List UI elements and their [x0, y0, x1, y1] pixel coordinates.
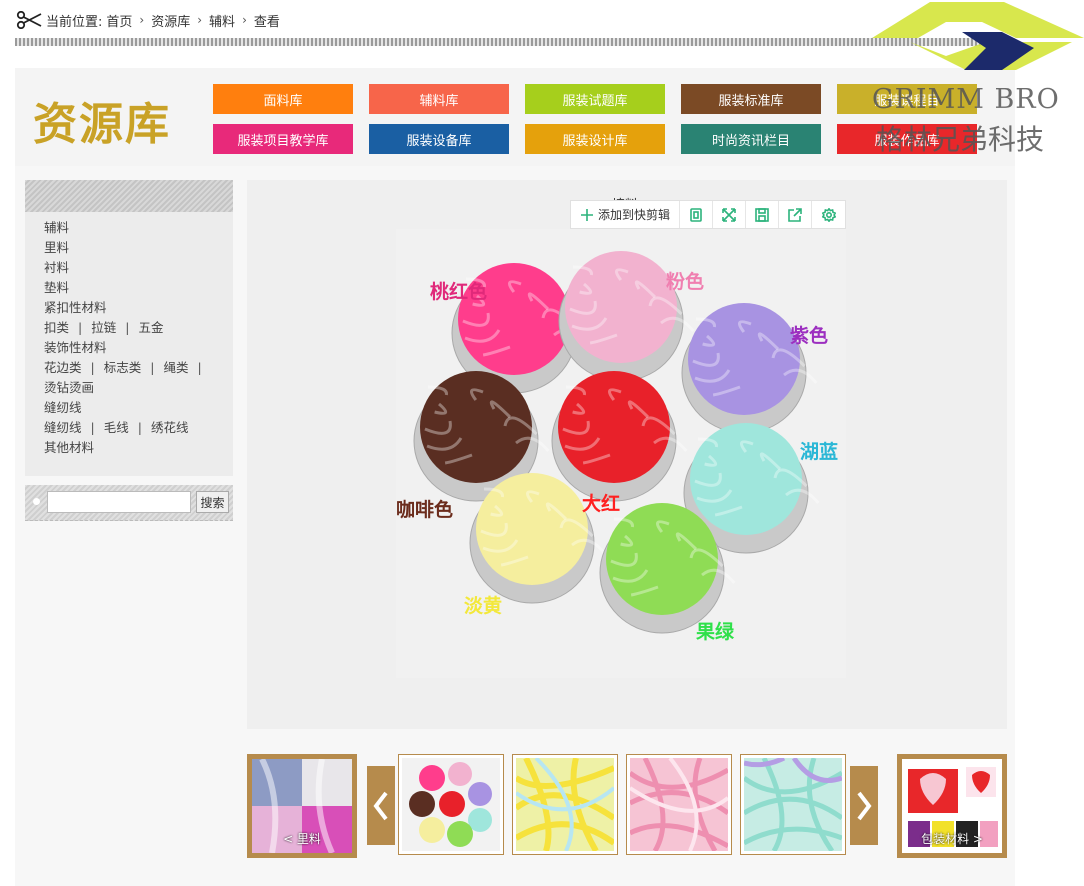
bullet-icon [33, 498, 40, 505]
image-toolbar: 添加到快剪辑 [570, 200, 846, 229]
sidebar-item[interactable]: 毛线 [104, 418, 129, 438]
breadcrumb-prefix: 当前位置: [46, 14, 103, 30]
sidebar-item[interactable]: 紧扣性材料 [44, 298, 107, 318]
yellow-shreds-thumbnail [516, 758, 614, 851]
watermark-logo: GRIMM BRO 格林兄弟科技 [866, 0, 1084, 160]
category-button-accessory[interactable]: 辅料库 [369, 84, 509, 114]
sidebar-item[interactable]: 花边类 [44, 358, 82, 378]
photo-label-red: 大红 [582, 493, 621, 515]
brand-logo-icon [872, 2, 1084, 70]
photo-label-coffee: 咖啡色 [396, 499, 454, 521]
sidebar-header [25, 180, 233, 212]
sidebar-item[interactable]: 其他材料 [44, 438, 94, 458]
sidebar-item[interactable]: 装饰性材料 [44, 338, 107, 358]
category-button-design[interactable]: 服装设计库 [525, 124, 665, 154]
pink-shreds-thumbnail [630, 758, 728, 851]
sidebar-item[interactable]: 衬料 [44, 258, 69, 278]
sidebar-item[interactable]: 绣花线 [151, 418, 189, 438]
search-input[interactable] [47, 491, 191, 513]
sidebar-item[interactable]: 扣类 [44, 318, 69, 338]
sidebar: 辅料 里料 衬料 垫料 紧扣性材料 扣类 | 拉链 | 五金 装饰性材料 花边类 | … [25, 180, 233, 476]
next-category-caption: 包装材料 > [921, 832, 983, 846]
copy-icon[interactable] [680, 201, 714, 228]
sidebar-item[interactable]: 缝纫线 [44, 418, 82, 438]
carousel-prev-button[interactable] [367, 766, 395, 845]
search-button[interactable]: 搜索 [196, 491, 229, 513]
photo-label-purple: 紫色 [790, 325, 829, 347]
sidebar-list: 辅料 里料 衬料 垫料 紧扣性材料 扣类 | 拉链 | 五金 装饰性材料 花边类 | … [25, 212, 233, 458]
breadcrumb-accessory-link[interactable]: 辅料 [209, 11, 235, 30]
sidebar-item[interactable]: 辅料 [44, 218, 69, 238]
scissors-icon [16, 11, 42, 29]
carousel-next-button[interactable] [850, 766, 878, 845]
photo-label-pink: 粉色 [666, 271, 705, 293]
carousel-thumb[interactable] [512, 754, 618, 855]
sidebar-item[interactable]: 垫料 [44, 278, 69, 298]
photo-label-peach: 桃红色 [430, 281, 488, 303]
photo-label-lake-blue: 湖蓝 [800, 441, 839, 463]
sidebar-item[interactable]: 五金 [138, 318, 163, 338]
sidebar-item[interactable]: 缝纫线 [44, 398, 82, 418]
settings-icon[interactable] [812, 201, 845, 228]
search-panel: 搜索 [25, 485, 233, 521]
thumbnail-carousel: < 里料 包装材料 > [247, 754, 1007, 858]
watermark-brand-en: GRIMM BRO [872, 84, 1060, 115]
category-button-exam[interactable]: 服装试题库 [525, 84, 665, 114]
add-to-clip-label: 添加到快剪辑 [598, 208, 671, 222]
breadcrumb-current: 查看 [253, 14, 280, 30]
sidebar-item[interactable]: 里料 [44, 238, 69, 258]
chevron-right-icon: › [242, 13, 247, 27]
carousel-thumb[interactable] [740, 754, 846, 855]
add-to-clip-button[interactable]: 添加到快剪辑 [571, 201, 681, 228]
category-button-equipment[interactable]: 服装设备库 [369, 124, 509, 154]
prev-category-thumb[interactable]: < 里料 [247, 754, 357, 858]
breadcrumb: 当前位置: 首页 › 资源库 › 辅料 › 查看 [16, 10, 280, 30]
next-category-thumb[interactable]: 包装材料 > [897, 754, 1007, 858]
colorful-bowls-thumbnail [402, 758, 500, 851]
sidebar-item[interactable]: 标志类 [104, 358, 142, 378]
breadcrumb-home-link[interactable]: 首页 [106, 11, 132, 30]
sidebar-item[interactable]: 烫钻烫画 [44, 378, 94, 398]
share-icon[interactable] [779, 201, 813, 228]
plus-icon [581, 208, 593, 221]
carousel-thumb[interactable] [626, 754, 732, 855]
chevron-right-icon: › [197, 13, 203, 27]
chevron-right-icon [857, 791, 872, 820]
category-button-standard[interactable]: 服装标准库 [681, 84, 821, 114]
category-button-fabric[interactable]: 面料库 [213, 84, 353, 114]
category-button-project[interactable]: 服装项目教学库 [213, 124, 353, 154]
prev-category-caption: < 里料 [283, 832, 321, 846]
mint-shreds-thumbnail [744, 758, 842, 851]
category-button-fashion-news[interactable]: 时尚资讯栏目 [681, 124, 821, 154]
save-icon[interactable] [746, 201, 780, 228]
main-photo[interactable]: 桃红色 粉色 紫色 湖蓝 咖啡色 大红 淡黄 果绿 [396, 229, 846, 678]
carousel-thumb-active[interactable] [398, 754, 504, 855]
photo-label-light-yellow: 淡黄 [464, 595, 503, 617]
breadcrumb-resource-link[interactable]: 资源库 [151, 11, 190, 30]
chevron-right-icon: › [139, 13, 145, 27]
header-panel: 资源库 面料库 辅料库 服装试题库 服装标准库 服装课程目 服装项目教学库 服装… [15, 68, 1015, 166]
sidebar-item[interactable]: 绳类 [163, 358, 188, 378]
fullscreen-icon[interactable] [713, 201, 747, 228]
watermark-brand-cn: 格林兄弟科技 [876, 123, 1045, 156]
photo-label-fruit-green: 果绿 [696, 621, 735, 643]
sidebar-item[interactable]: 拉链 [91, 318, 116, 338]
chevron-left-icon [373, 791, 388, 820]
divider [15, 38, 1015, 46]
page-title: 资源库 [33, 99, 171, 150]
